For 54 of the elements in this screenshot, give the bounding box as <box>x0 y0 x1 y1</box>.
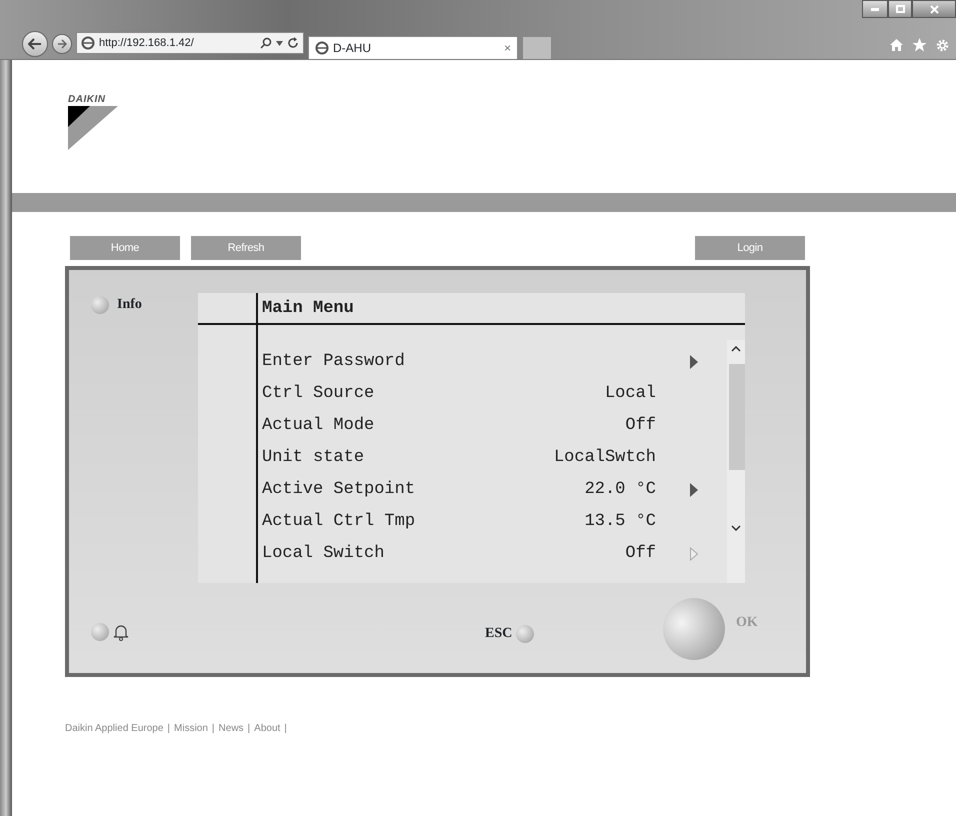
menu-item-label[interactable]: Active Setpoint <box>262 477 492 503</box>
menu-item-value: 22.0 °C <box>584 479 656 502</box>
close-button[interactable] <box>912 0 956 18</box>
page-icon <box>315 41 329 55</box>
footer-link[interactable]: News <box>218 721 244 736</box>
scroll-down-icon[interactable] <box>731 525 741 531</box>
page-icon <box>81 36 95 50</box>
footer-link[interactable]: Daikin Applied Europe <box>65 721 164 736</box>
menu-item-label[interactable]: Unit state <box>262 445 492 471</box>
separator: | <box>167 722 170 736</box>
menu-item-label[interactable]: Enter Password <box>262 349 492 375</box>
forward-button[interactable] <box>52 34 72 54</box>
separator: | <box>248 722 250 736</box>
logo-triangle-icon <box>68 106 118 150</box>
menu-item-value: Off <box>624 415 656 438</box>
menu-item-value: Off <box>624 543 656 566</box>
refresh-icon[interactable] <box>287 37 299 49</box>
dropdown-caret-icon[interactable] <box>276 40 283 46</box>
tab-close-button[interactable]: × <box>504 39 511 57</box>
back-button[interactable] <box>22 31 48 57</box>
scrollbar-thumb[interactable] <box>729 364 745 470</box>
address-bar[interactable]: http://192.168.1.42/ <box>76 32 304 54</box>
star-icon[interactable] <box>912 38 927 52</box>
menu-item-value: Local <box>604 383 656 406</box>
menu-item-label[interactable]: Actual Mode <box>262 413 492 439</box>
arrow-right-icon[interactable] <box>690 483 698 497</box>
arrow-right-icon[interactable] <box>690 355 698 369</box>
ok-label: OK <box>736 614 758 632</box>
separator: | <box>212 722 215 736</box>
browser-tab[interactable]: D-AHU × <box>308 36 518 59</box>
footer-link[interactable]: About <box>254 721 280 736</box>
footer-link[interactable]: Mission <box>174 721 208 736</box>
scroll-up-icon[interactable] <box>731 346 741 352</box>
menu-item-value: 13.5 °C <box>584 511 656 534</box>
back-arrow-icon <box>28 38 42 50</box>
menu-item-value: LocalSwtch <box>552 447 656 470</box>
search-icon[interactable] <box>260 37 272 49</box>
esc-label: ESC <box>485 625 512 643</box>
address-text[interactable]: http://192.168.1.42/ <box>99 34 256 52</box>
separator: | <box>284 722 287 736</box>
minimize-button[interactable] <box>862 0 888 18</box>
logo-text: DAIKIN <box>68 94 106 106</box>
maximize-button[interactable] <box>888 0 912 18</box>
maximize-icon <box>896 5 904 13</box>
close-icon <box>930 4 938 14</box>
menu-item-label[interactable]: Actual Ctrl Tmp <box>262 509 492 535</box>
screen-title: Main Menu <box>261 298 354 320</box>
minimize-icon <box>871 8 879 10</box>
tab-title: D-AHU <box>333 40 372 57</box>
menu-item-label[interactable]: Ctrl Source <box>262 381 492 407</box>
forward-arrow-icon <box>57 39 67 49</box>
bell-icon[interactable] <box>113 623 129 641</box>
scrollbar[interactable] <box>727 340 745 583</box>
info-label: Info <box>117 296 142 314</box>
